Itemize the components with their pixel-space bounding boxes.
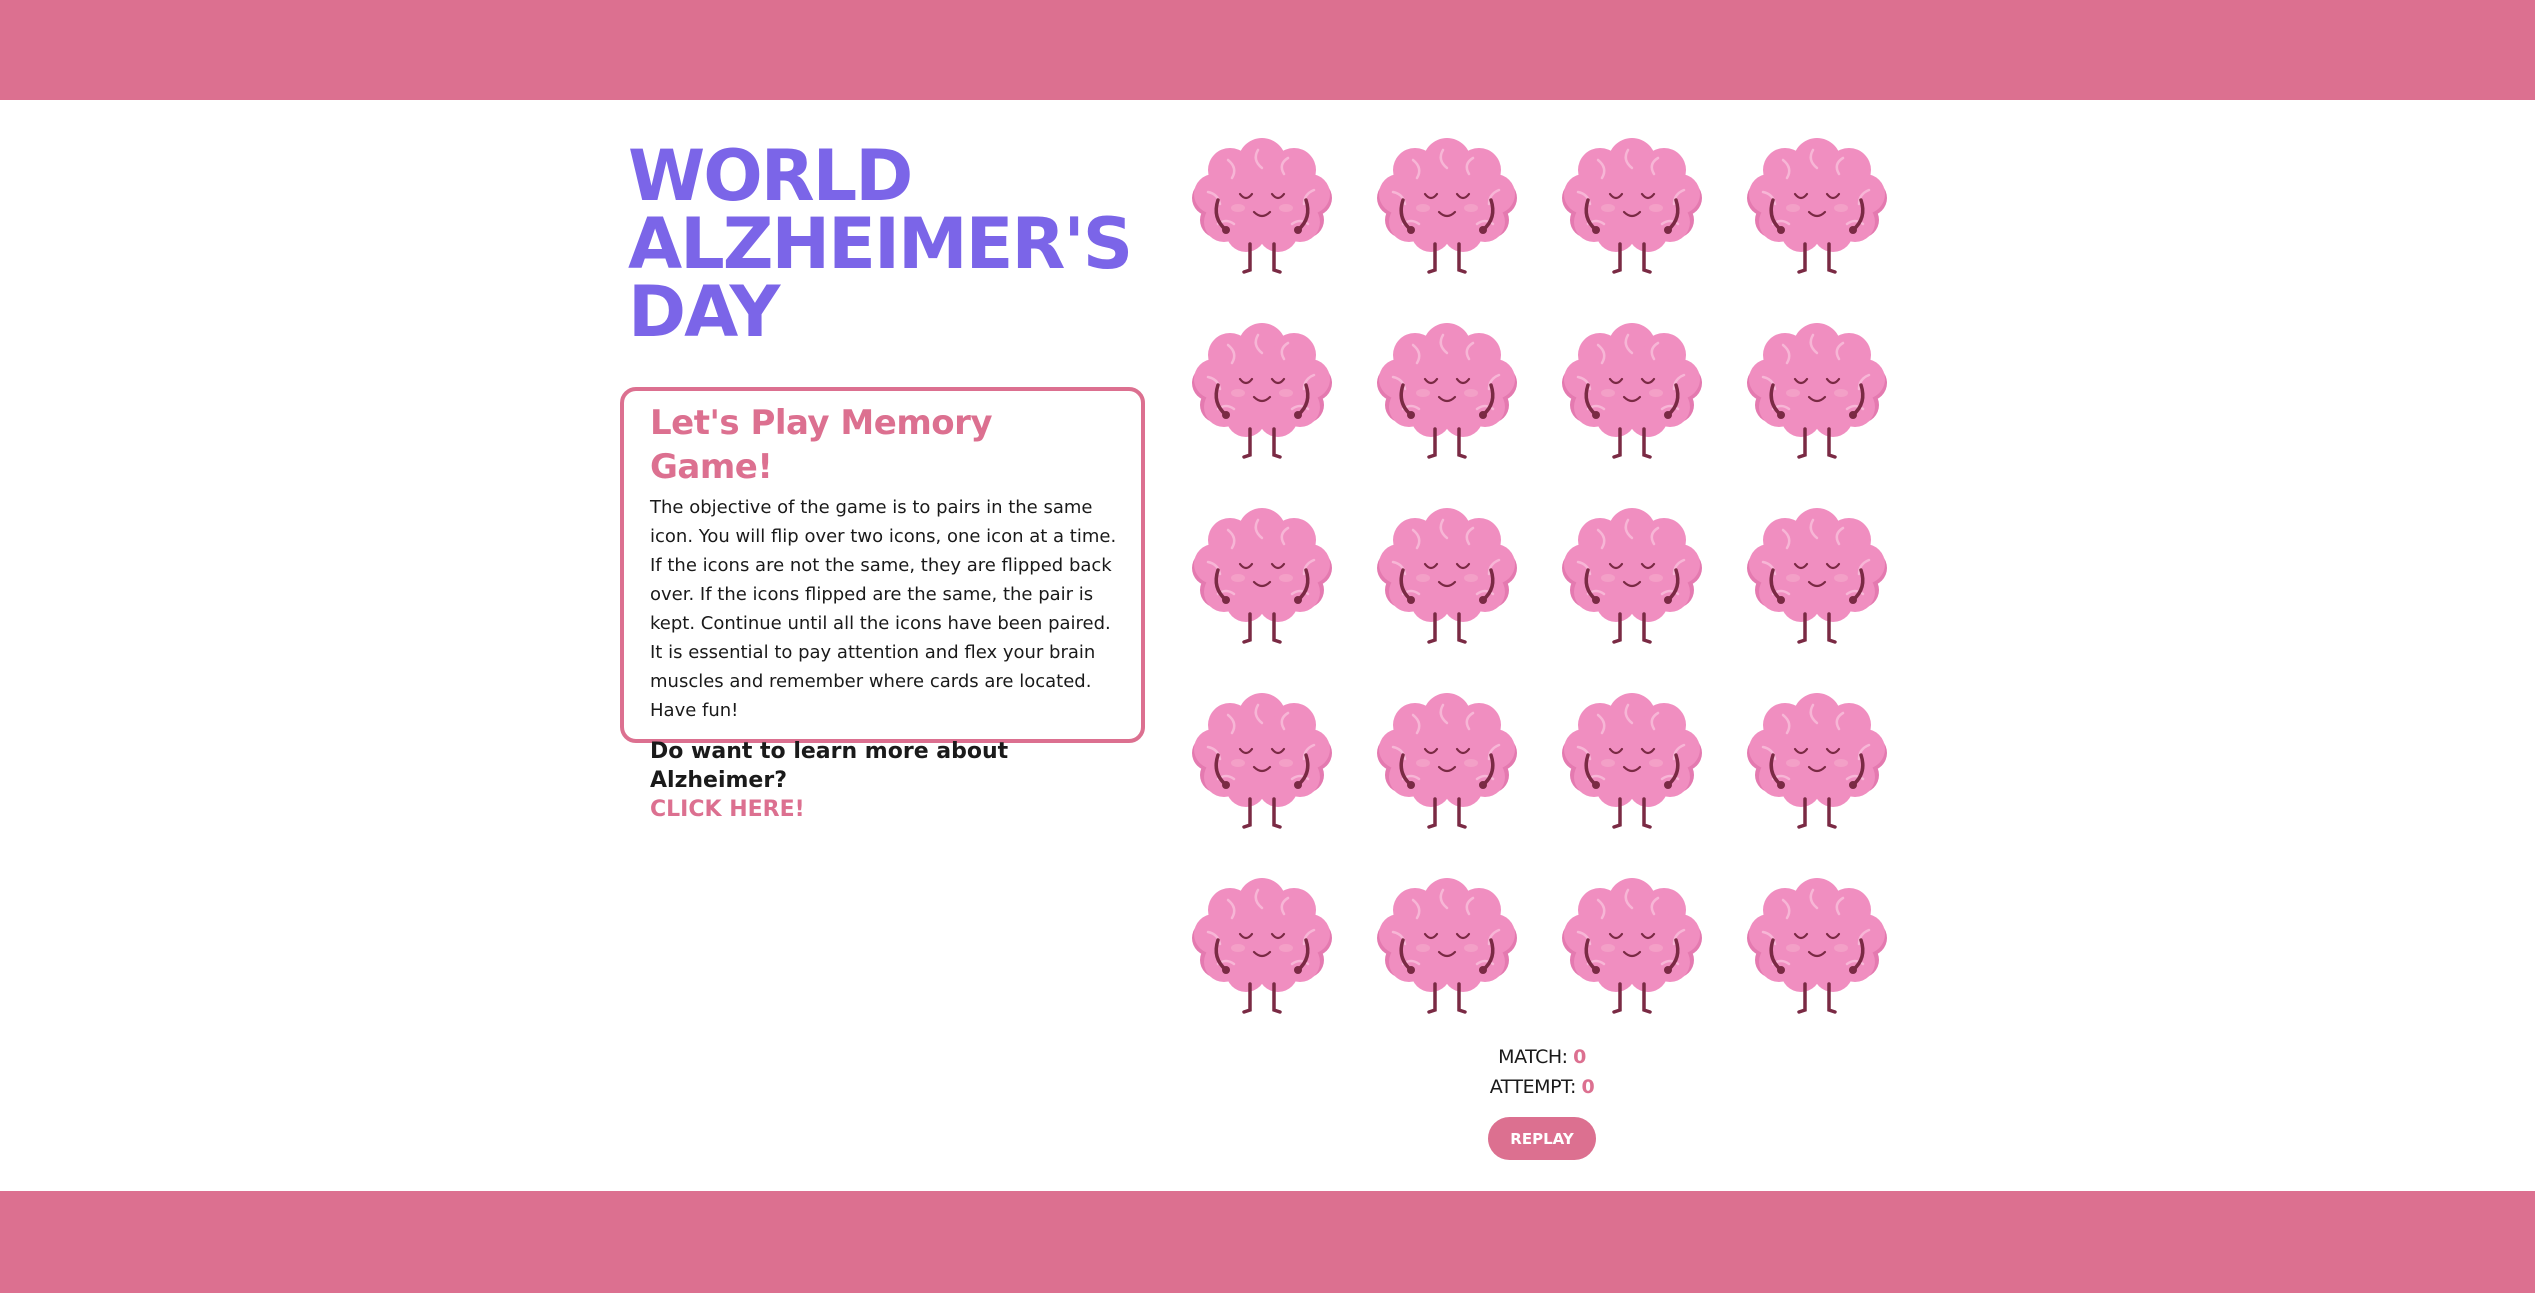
memory-card[interactable] bbox=[1373, 506, 1521, 654]
title-line-3: DAY bbox=[628, 271, 780, 353]
memory-card[interactable] bbox=[1558, 691, 1706, 839]
cartoon-brain-icon bbox=[1558, 321, 1706, 469]
replay-button[interactable]: REPLAY bbox=[1488, 1117, 1596, 1160]
memory-card[interactable] bbox=[1188, 321, 1336, 469]
game-description: The objective of the game is to pairs in… bbox=[650, 497, 1117, 721]
attempt-stat: ATTEMPT: 0 bbox=[1440, 1072, 1644, 1102]
cartoon-brain-icon bbox=[1558, 876, 1706, 1024]
memory-card[interactable] bbox=[1743, 136, 1891, 284]
memory-card[interactable] bbox=[1188, 136, 1336, 284]
match-stat: MATCH: 0 bbox=[1440, 1042, 1644, 1072]
learn-more-link[interactable]: CLICK HERE! bbox=[650, 795, 1117, 824]
cartoon-brain-icon bbox=[1188, 506, 1336, 654]
cartoon-brain-icon bbox=[1743, 136, 1891, 284]
memory-card[interactable] bbox=[1373, 691, 1521, 839]
memory-card[interactable] bbox=[1743, 321, 1891, 469]
memory-card[interactable] bbox=[1743, 876, 1891, 1024]
title-line-1: WORLD bbox=[628, 135, 913, 217]
match-label: MATCH: bbox=[1498, 1046, 1568, 1068]
cartoon-brain-icon bbox=[1743, 321, 1891, 469]
title-line-2: ALZHEIMER'S bbox=[628, 203, 1133, 285]
cartoon-brain-icon bbox=[1373, 691, 1521, 839]
header-band bbox=[0, 0, 2535, 100]
game-info-card: Let's Play Memory Game! The objective of… bbox=[620, 387, 1145, 822]
memory-card[interactable] bbox=[1373, 136, 1521, 284]
memory-card[interactable] bbox=[1188, 506, 1336, 654]
cartoon-brain-icon bbox=[1743, 506, 1891, 654]
cartoon-brain-icon bbox=[1558, 691, 1706, 839]
memory-card[interactable] bbox=[1743, 691, 1891, 839]
score-panel: MATCH: 0 ATTEMPT: 0 bbox=[1440, 1042, 1644, 1102]
cartoon-brain-icon bbox=[1558, 506, 1706, 654]
cartoon-brain-icon bbox=[1188, 876, 1336, 1024]
cartoon-brain-icon bbox=[1558, 136, 1706, 284]
learn-more-question: Do want to learn more about Alzheimer? bbox=[650, 739, 1009, 793]
cartoon-brain-icon bbox=[1373, 321, 1521, 469]
memory-card[interactable] bbox=[1188, 876, 1336, 1024]
cartoon-brain-icon bbox=[1188, 321, 1336, 469]
memory-card[interactable] bbox=[1188, 691, 1336, 839]
cartoon-brain-icon bbox=[1188, 136, 1336, 284]
page-title: WORLD ALZHEIMER'S DAY bbox=[628, 135, 1148, 353]
memory-board bbox=[1188, 136, 1894, 1016]
attempt-label: ATTEMPT: bbox=[1489, 1076, 1577, 1098]
memory-card[interactable] bbox=[1373, 321, 1521, 469]
memory-card[interactable] bbox=[1373, 876, 1521, 1024]
memory-card[interactable] bbox=[1743, 506, 1891, 654]
cartoon-brain-icon bbox=[1743, 876, 1891, 1024]
attempt-count: 0 bbox=[1581, 1076, 1595, 1098]
memory-card[interactable] bbox=[1558, 136, 1706, 284]
cartoon-brain-icon bbox=[1373, 136, 1521, 284]
memory-card[interactable] bbox=[1558, 321, 1706, 469]
memory-card[interactable] bbox=[1558, 506, 1706, 654]
cartoon-brain-icon bbox=[1373, 506, 1521, 654]
game-heading: Let's Play Memory Game! bbox=[650, 403, 993, 487]
memory-card[interactable] bbox=[1558, 876, 1706, 1024]
match-count: 0 bbox=[1573, 1046, 1586, 1068]
footer-band bbox=[0, 1191, 2535, 1293]
cartoon-brain-icon bbox=[1188, 691, 1336, 839]
cartoon-brain-icon bbox=[1743, 691, 1891, 839]
cartoon-brain-icon bbox=[1373, 876, 1521, 1024]
